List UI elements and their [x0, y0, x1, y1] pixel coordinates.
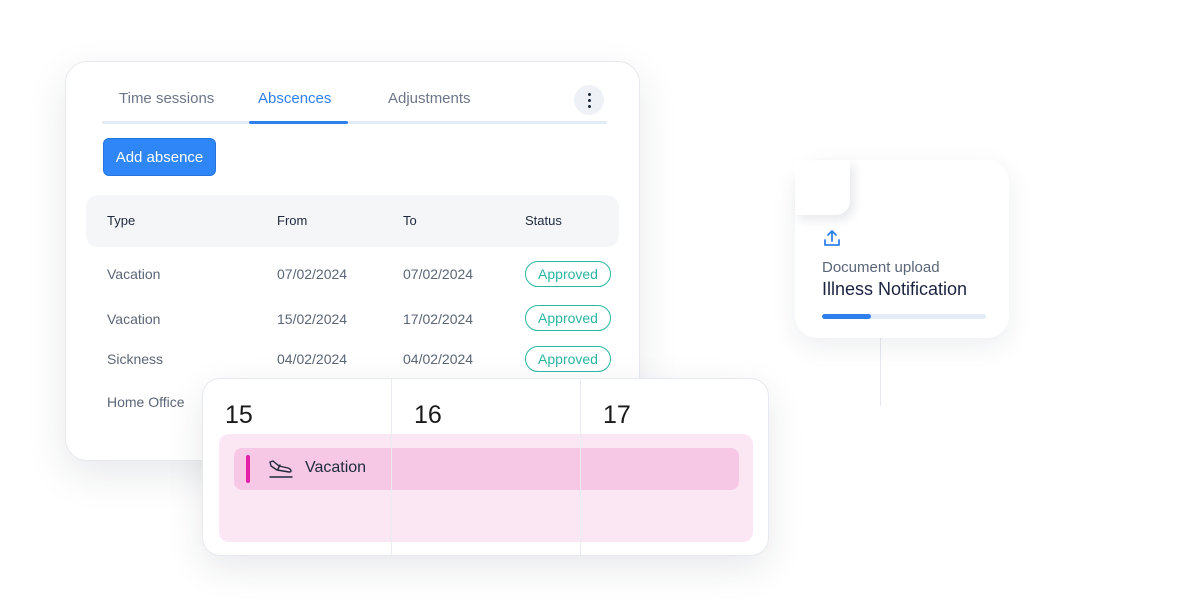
day-number: 16: [414, 401, 442, 429]
status-badge: Approved: [525, 261, 611, 287]
column-header-type: Type: [107, 213, 136, 228]
event-color-bar: [246, 455, 250, 483]
vacation-event[interactable]: Vacation: [234, 448, 739, 490]
cell-to: 07/02/2024: [403, 266, 474, 282]
tab-time-sessions[interactable]: Time sessions: [119, 90, 214, 107]
cell-to: 04/02/2024: [403, 351, 474, 367]
cell-from: 04/02/2024: [277, 351, 348, 367]
tab-absences[interactable]: Abscences: [258, 90, 331, 107]
upload-progress-bar: [822, 314, 986, 319]
upload-progress-fill: [822, 314, 872, 319]
page-fold-corner: [795, 160, 850, 215]
table-row[interactable]: Vacation 07/02/2024 07/02/2024 Approved: [66, 254, 639, 294]
event-label: Vacation: [305, 459, 367, 476]
upload-icon: [824, 230, 840, 246]
cell-type: Vacation: [107, 266, 161, 282]
cell-type: Sickness: [107, 351, 164, 367]
cell-to: 17/02/2024: [403, 311, 474, 327]
day-number: 15: [225, 401, 253, 429]
airplane-landing-icon: [269, 460, 293, 478]
table-row[interactable]: Sickness 04/02/2024 04/02/2024 Approved: [66, 339, 639, 379]
cell-type: Vacation: [107, 311, 161, 327]
day-number: 17: [603, 401, 631, 429]
table-header: Type From To Status: [86, 195, 619, 247]
document-name: Illness Notification: [822, 279, 968, 299]
day-divider: [580, 379, 581, 555]
cell-from: 15/02/2024: [277, 311, 348, 327]
column-header-to: To: [403, 213, 417, 228]
cell-type: Home Office: [107, 394, 185, 410]
document-upload-card[interactable]: Document upload Illness Notification: [795, 160, 1009, 338]
add-absence-button[interactable]: Add absence: [103, 138, 216, 176]
column-header-from: From: [277, 213, 308, 228]
table-row[interactable]: Vacation 15/02/2024 17/02/2024 Approved: [66, 299, 639, 339]
active-tab-indicator: [249, 121, 348, 124]
column-header-status: Status: [525, 213, 562, 228]
cell-from: 07/02/2024: [277, 266, 348, 282]
tab-adjustments[interactable]: Adjustments: [388, 90, 471, 107]
more-menu-button[interactable]: [574, 85, 604, 115]
status-badge: Approved: [525, 346, 611, 372]
connector-line: [880, 338, 881, 406]
tab-underline: [102, 121, 607, 124]
day-divider: [391, 379, 392, 555]
status-badge: Approved: [525, 305, 611, 331]
more-vertical-icon: [587, 92, 591, 108]
tab-bar: Time sessions Abscences Adjustments: [102, 82, 607, 124]
document-upload-label: Document upload: [822, 259, 940, 276]
calendar-card: Vacation 15 16 17: [202, 378, 769, 556]
